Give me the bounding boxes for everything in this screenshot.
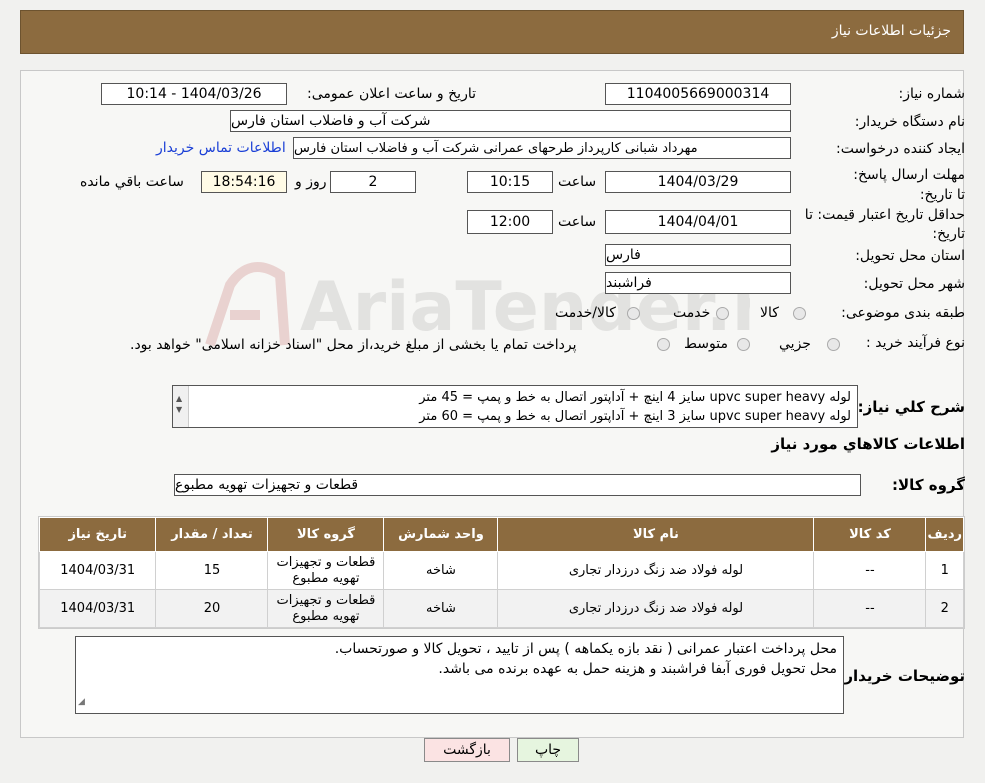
buyer-notes-line: محل تحویل فوری آبفا فراشبند و هزینه حمل … bbox=[438, 661, 837, 677]
scroll-down-icon[interactable]: ▼ bbox=[176, 400, 182, 419]
deadline-date-field: 1404/03/29 bbox=[605, 171, 791, 193]
goods-group-label: گروه کالا: bbox=[892, 476, 965, 494]
buyer-notes-label: توضیحات خریدار: bbox=[838, 667, 965, 685]
need-number-label: شماره نیاز: bbox=[898, 86, 966, 102]
buyer-notes-line: محل پرداخت اعتبار عمرانی ( نقد بازه یکما… bbox=[334, 641, 837, 657]
city-label: شهر محل تحویل: bbox=[863, 276, 965, 292]
announce-field: 1404/03/26 - 10:14 bbox=[101, 83, 287, 105]
category-radio-goods[interactable] bbox=[793, 307, 806, 320]
cell-group: قطعات و تجهیزات تهویه مطبوع bbox=[267, 551, 385, 590]
cell-qty: 20 bbox=[155, 589, 269, 628]
contact-buyer-link[interactable]: اطلاعات تماس خریدار bbox=[156, 140, 286, 156]
cell-code: -- bbox=[813, 589, 927, 628]
announce-label: تاریخ و ساعت اعلان عمومی: bbox=[307, 86, 476, 102]
goods-group-field: قطعات و تجهیزات تهویه مطبوع bbox=[174, 474, 861, 496]
remaining-time-field: 18:54:16 bbox=[201, 171, 287, 193]
buyer-notes-textarea[interactable]: محل پرداخت اعتبار عمرانی ( نقد بازه یکما… bbox=[75, 636, 844, 714]
category-option-goods: کالا bbox=[760, 305, 779, 321]
process-radio-medium[interactable] bbox=[737, 338, 750, 351]
category-option-service: خدمت bbox=[673, 305, 711, 321]
province-field: فارس bbox=[605, 244, 791, 266]
validity-time-field: 12:00 bbox=[467, 210, 553, 234]
deadline-label: مهلت ارسال پاسخ: تا تاریخ: bbox=[853, 167, 965, 203]
category-radio-goods-service[interactable] bbox=[627, 307, 640, 320]
col-qty: تعداد / مقدار bbox=[155, 517, 269, 552]
process-note: پرداخت تمام یا بخشی از مبلغ خرید،از محل … bbox=[130, 337, 577, 353]
validity-time-label: ساعت bbox=[558, 214, 597, 230]
page-header: جزئیات اطلاعات نیاز bbox=[20, 10, 964, 54]
cell-date: 1404/03/31 bbox=[38, 551, 157, 590]
back-button[interactable]: بازگشت bbox=[424, 738, 510, 762]
cell-name: لوله فولاد ضد زنگ درزدار تجاری bbox=[497, 551, 815, 590]
process-label: نوع فرآیند خرید : bbox=[866, 335, 965, 351]
page-title: جزئیات اطلاعات نیاز bbox=[831, 23, 951, 39]
cell-name: لوله فولاد ضد زنگ درزدار تجاری bbox=[497, 589, 815, 628]
items-table-container: رديف کد کالا نام کالا واحد شمارش گروه کا… bbox=[38, 516, 965, 629]
deadline-time-field: 10:15 bbox=[467, 171, 553, 193]
summary-line: لوله upvc super heavy سایز 3 اینچ + آداپ… bbox=[419, 409, 851, 424]
process-radio-minor[interactable] bbox=[827, 338, 840, 351]
print-button[interactable]: چاپ bbox=[517, 738, 579, 762]
cell-unit: شاخه bbox=[383, 589, 499, 628]
cell-date: 1404/03/31 bbox=[38, 589, 157, 628]
category-label: طبقه بندی موضوعی: bbox=[841, 305, 965, 321]
resize-handle-icon[interactable]: ◢ bbox=[78, 692, 85, 712]
col-code: کد کالا bbox=[813, 517, 927, 552]
deadline-time-label: ساعت bbox=[558, 174, 597, 190]
table-row: 2 -- لوله فولاد ضد زنگ درزدار تجاری شاخه… bbox=[38, 589, 964, 628]
col-date: تاریخ نیاز bbox=[38, 517, 157, 552]
days-field: 2 bbox=[330, 171, 416, 193]
cell-row: 1 bbox=[925, 551, 964, 590]
cell-code: -- bbox=[813, 551, 927, 590]
cell-unit: شاخه bbox=[383, 551, 499, 590]
cell-group: قطعات و تجهیزات تهویه مطبوع bbox=[267, 589, 385, 628]
items-table: رديف کد کالا نام کالا واحد شمارش گروه کا… bbox=[38, 517, 964, 628]
goods-section-title: اطلاعات کالاهاي مورد نياز bbox=[771, 435, 965, 453]
days-label: روز و bbox=[295, 174, 327, 190]
table-header-row: رديف کد کالا نام کالا واحد شمارش گروه کا… bbox=[38, 517, 964, 552]
cell-qty: 15 bbox=[155, 551, 269, 590]
summary-scrollbar[interactable]: ▲ ▼ bbox=[173, 386, 189, 427]
buyer-org-label: نام دستگاه خریدار: bbox=[854, 114, 965, 130]
cell-row: 2 bbox=[925, 589, 964, 628]
validity-label: حداقل تاریخ اعتبار قیمت: تا تاریخ: bbox=[804, 207, 965, 242]
summary-line: لوله upvc super heavy سایز 4 اینچ + آداپ… bbox=[419, 390, 851, 405]
table-row: 1 -- لوله فولاد ضد زنگ درزدار تجاری شاخه… bbox=[38, 551, 964, 590]
category-radio-service[interactable] bbox=[716, 307, 729, 320]
province-label: استان محل تحویل: bbox=[855, 248, 965, 264]
col-row: رديف bbox=[925, 517, 964, 552]
process-option-minor: جزيي bbox=[779, 336, 811, 352]
remaining-label: ساعت باقي مانده bbox=[80, 174, 184, 190]
process-checkbox-treasury[interactable] bbox=[657, 338, 670, 351]
col-name: نام کالا bbox=[497, 517, 815, 552]
col-unit: واحد شمارش bbox=[383, 517, 499, 552]
col-group: گروه کالا bbox=[267, 517, 385, 552]
need-number-field: 1104005669000314 bbox=[605, 83, 791, 105]
category-option-goods-service: کالا/خدمت bbox=[555, 305, 616, 321]
process-option-medium: متوسط bbox=[684, 336, 728, 352]
summary-textarea[interactable]: ▲ ▼ لوله upvc super heavy سایز 4 اینچ + … bbox=[172, 385, 858, 428]
validity-date-field: 1404/04/01 bbox=[605, 210, 791, 234]
summary-label: شرح کلي نياز: bbox=[857, 398, 965, 416]
city-field: فراشبند bbox=[605, 272, 791, 294]
creator-field: مهرداد شبانی کارپرداز طرحهای عمرانی شرکت… bbox=[293, 137, 791, 159]
buyer-org-field: شرکت آب و فاضلاب استان فارس bbox=[230, 110, 791, 132]
creator-label: ایجاد کننده درخواست: bbox=[836, 141, 965, 157]
